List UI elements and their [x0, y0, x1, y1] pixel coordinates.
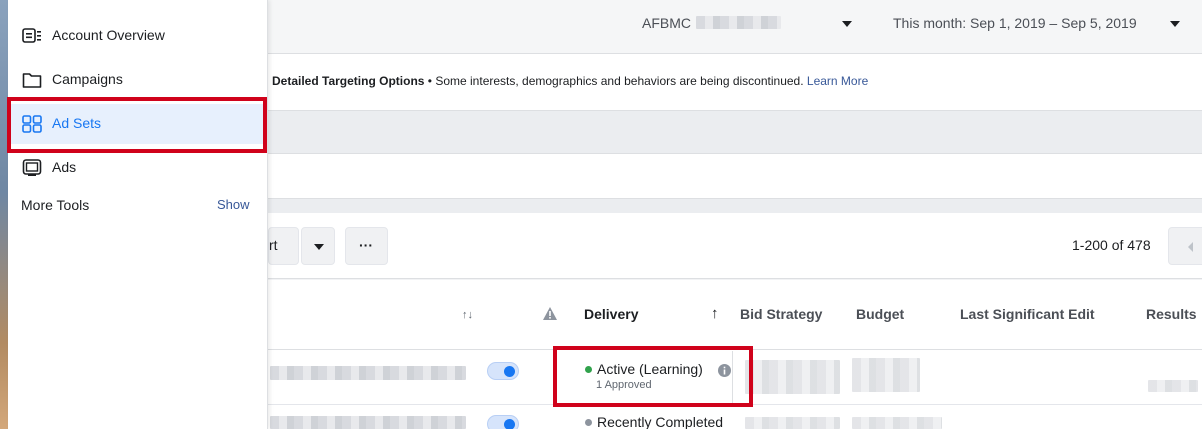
desktop-background	[0, 0, 8, 429]
ad-set-name-redacted	[270, 366, 466, 380]
sort-toggle-icon[interactable]: ↑↓	[462, 309, 473, 321]
budget-redacted	[852, 358, 920, 392]
account-id-redacted	[696, 16, 781, 29]
account-dropdown-caret[interactable]	[842, 21, 852, 27]
notice-text: Detailed Targeting Options • Some intere…	[272, 74, 868, 88]
export-button-label: rt	[269, 237, 278, 253]
bid-strategy-redacted	[745, 417, 840, 429]
notice-title: Detailed Targeting Options	[272, 74, 425, 88]
learn-more-link[interactable]: Learn More	[807, 74, 868, 88]
column-header-results[interactable]: Results	[1146, 306, 1197, 322]
spacer	[268, 199, 1202, 213]
status-dot	[585, 419, 592, 426]
sidebar-item-ads[interactable]: Ads	[8, 148, 266, 188]
highlight-box-delivery-status	[553, 346, 753, 407]
ad-icon	[22, 159, 42, 176]
chevron-down-icon	[314, 244, 324, 250]
folder-icon	[22, 73, 42, 88]
bid-strategy-redacted	[745, 360, 840, 394]
table-toolbar	[268, 213, 1202, 279]
more-icon: ···	[359, 237, 373, 253]
ad-set-toggle[interactable]	[487, 362, 519, 380]
date-range-caret[interactable]	[1170, 21, 1180, 27]
ad-set-name-redacted	[270, 416, 466, 429]
sidebar-item-label: Account Overview	[52, 27, 165, 43]
more-tools-label: More Tools	[21, 197, 90, 213]
sidebar-item-account-overview[interactable]: Account Overview	[8, 16, 266, 56]
budget-redacted	[852, 417, 942, 429]
account-name: AFBMC	[642, 15, 691, 31]
column-header-last-edit[interactable]: Last Significant Edit	[960, 306, 1095, 322]
sidebar-item-label: Ads	[52, 159, 77, 175]
notice-message: • Some interests, demographics and behav…	[424, 74, 807, 88]
column-header-bid-strategy[interactable]: Bid Strategy	[740, 306, 822, 322]
sort-arrow-icon[interactable]: ↑	[711, 305, 719, 322]
delivery-status: Recently Completed	[597, 414, 724, 429]
warning-icon	[543, 307, 557, 320]
more-options-button[interactable]: ···	[345, 227, 388, 265]
sidebar-item-campaigns[interactable]: Campaigns	[8, 60, 266, 100]
prev-page-button[interactable]	[1168, 227, 1202, 265]
chevron-left-icon	[1188, 242, 1193, 252]
column-header-delivery[interactable]: Delivery	[584, 306, 638, 322]
highlight-box-ad-sets	[7, 97, 267, 153]
show-more-tools-link[interactable]: Show	[217, 197, 250, 212]
account-overview-icon	[22, 28, 41, 43]
filter-bar	[268, 153, 1202, 199]
export-button[interactable]: rt	[268, 227, 299, 265]
ad-set-toggle[interactable]	[487, 415, 519, 429]
column-header-budget[interactable]: Budget	[856, 306, 904, 322]
results-redacted	[1148, 380, 1198, 392]
tab-bar-area	[268, 111, 1202, 153]
pagination-text: 1-200 of 478	[1072, 237, 1151, 253]
export-dropdown-button[interactable]	[301, 227, 335, 265]
sidebar-item-label: Campaigns	[52, 71, 123, 87]
date-range-picker[interactable]: This month: Sep 1, 2019 – Sep 5, 2019	[893, 15, 1137, 31]
